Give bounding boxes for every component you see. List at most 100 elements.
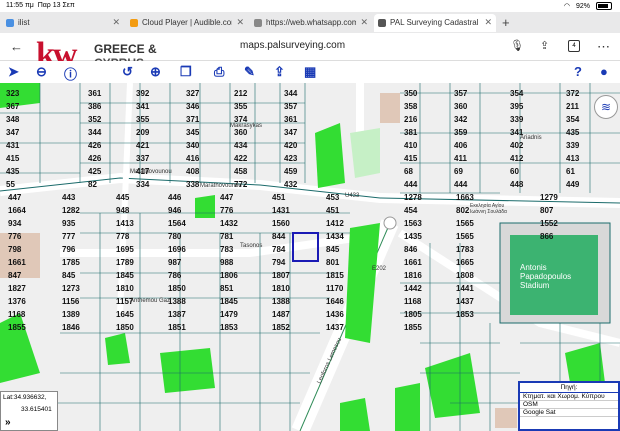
parcel-number[interactable]: 449: [566, 180, 579, 189]
parcel-number[interactable]: 1168: [404, 297, 421, 306]
parcel-number[interactable]: 1855: [8, 323, 26, 332]
parcel-number[interactable]: 55: [6, 180, 15, 189]
parcel-number[interactable]: 360: [234, 128, 247, 137]
parcel-number[interactable]: 1552: [540, 219, 558, 228]
parcel-number[interactable]: 1441: [456, 284, 474, 293]
source-row[interactable]: Google Sat: [520, 409, 618, 417]
parcel-number[interactable]: 416: [186, 154, 199, 163]
print-icon[interactable]: ⎙: [214, 64, 224, 80]
undo-icon[interactable]: ↺: [122, 64, 133, 80]
parcel-number[interactable]: 780: [168, 232, 181, 241]
parcel-number[interactable]: 361: [284, 115, 297, 124]
parcel-number[interactable]: 61: [566, 167, 575, 176]
parcel-number[interactable]: 410: [404, 141, 417, 150]
edit-icon[interactable]: ✎: [244, 64, 255, 80]
parcel-number[interactable]: 395: [510, 102, 523, 111]
share-icon[interactable]: ⇪: [540, 39, 549, 52]
parcel-number[interactable]: 381: [404, 128, 417, 137]
parcel-number[interactable]: 784: [272, 245, 285, 254]
parcel-number[interactable]: 988: [220, 258, 233, 267]
parcel-number[interactable]: 1808: [456, 271, 474, 280]
parcel-number[interactable]: 1661: [8, 258, 26, 267]
parcel-number[interactable]: 796: [62, 245, 75, 254]
parcel-number[interactable]: 69: [454, 167, 463, 176]
parcel-number[interactable]: 1479: [220, 310, 238, 319]
parcel-number[interactable]: 786: [168, 271, 181, 280]
parcel-number[interactable]: 847: [8, 271, 21, 280]
parcel-number[interactable]: 339: [510, 115, 523, 124]
parcel-number[interactable]: 402: [510, 141, 523, 150]
parcel-number[interactable]: 1646: [326, 297, 344, 306]
parcel-number[interactable]: 851: [220, 284, 233, 293]
parcel-number[interactable]: 459: [284, 167, 297, 176]
parcel-number[interactable]: 1845: [220, 297, 238, 306]
parcel-number[interactable]: 866: [540, 232, 553, 241]
parcel-number[interactable]: 778: [116, 232, 129, 241]
parcel-number[interactable]: 776: [8, 232, 21, 241]
parcel-number[interactable]: 68: [404, 167, 413, 176]
url-field[interactable]: maps.palsurveying.com: [240, 40, 345, 51]
parcel-number[interactable]: 340: [186, 141, 199, 150]
parcel-number[interactable]: 1853: [220, 323, 238, 332]
parcel-number[interactable]: 846: [404, 245, 417, 254]
parcel-number[interactable]: 935: [62, 219, 75, 228]
parcel-number[interactable]: 415: [6, 154, 19, 163]
parcel-number[interactable]: 1645: [116, 310, 134, 319]
more-icon[interactable]: ⋯: [597, 39, 610, 55]
parcel-number[interactable]: 359: [454, 128, 467, 137]
close-tab-icon[interactable]: ✕: [112, 17, 120, 28]
parcel-number[interactable]: 1432: [220, 219, 238, 228]
parcel-number[interactable]: 1805: [404, 310, 422, 319]
parcel-number[interactable]: 1565: [456, 232, 474, 241]
parcel-number[interactable]: 338: [186, 180, 199, 189]
parcel-number[interactable]: 211: [566, 102, 579, 111]
parcel-number[interactable]: 354: [510, 89, 523, 98]
parcel-number[interactable]: 776: [220, 206, 233, 215]
parcel-number[interactable]: 845: [326, 245, 339, 254]
parcel-number[interactable]: 1816: [404, 271, 422, 280]
parcel-number[interactable]: 934: [8, 219, 21, 228]
parcel-number[interactable]: 1810: [116, 284, 134, 293]
parcel-number[interactable]: 801: [326, 258, 339, 267]
parcel-number[interactable]: 1664: [8, 206, 26, 215]
parcel-number[interactable]: 802: [456, 206, 469, 215]
parcel-number[interactable]: 447: [220, 193, 233, 202]
parcel-number[interactable]: 323: [6, 89, 19, 98]
parcel-number[interactable]: 386: [88, 102, 101, 111]
navigate-icon[interactable]: ➤: [8, 64, 19, 80]
parcel-number[interactable]: 346: [186, 102, 199, 111]
parcel-number[interactable]: 1850: [168, 284, 186, 293]
parcel-number[interactable]: 209: [136, 128, 149, 137]
browser-tab[interactable]: https://web.whatsapp.com ✕: [250, 14, 372, 32]
parcel-number[interactable]: 845: [62, 271, 75, 280]
parcel-number[interactable]: 443: [62, 193, 75, 202]
source-row[interactable]: OSM: [520, 401, 618, 409]
parcel-number[interactable]: 421: [136, 141, 149, 150]
parcel-number[interactable]: 1783: [456, 245, 474, 254]
info-icon[interactable]: ⓘ: [64, 64, 77, 83]
parcel-number[interactable]: 798: [8, 245, 21, 254]
parcel-number[interactable]: 408: [186, 167, 199, 176]
upload-icon[interactable]: ⇪: [274, 64, 285, 80]
zoom-in-icon[interactable]: ⊕: [150, 64, 161, 80]
parcel-number[interactable]: 454: [404, 206, 417, 215]
help-icon[interactable]: ?: [574, 64, 582, 79]
parcel-number[interactable]: 354: [566, 115, 579, 124]
parcel-number[interactable]: 367: [6, 102, 19, 111]
parcel-number[interactable]: 1845: [116, 271, 134, 280]
parcel-number[interactable]: 1388: [272, 297, 290, 306]
parcel-number[interactable]: 458: [234, 167, 247, 176]
parcel-number[interactable]: 781: [220, 232, 233, 241]
parcel-number[interactable]: 807: [540, 206, 553, 215]
parcel-number[interactable]: 341: [136, 102, 149, 111]
parcel-number[interactable]: 1852: [272, 323, 290, 332]
source-row[interactable]: Κτηματ. και Χωρομ. Κύπρου: [520, 393, 618, 401]
parcel-number[interactable]: 347: [284, 128, 297, 137]
parcel-number[interactable]: 357: [454, 89, 467, 98]
layers-icon[interactable]: ≋: [594, 95, 618, 119]
parcel-number[interactable]: 344: [284, 89, 297, 98]
parcel-number[interactable]: 1846: [62, 323, 80, 332]
parcel-number[interactable]: 1695: [116, 245, 134, 254]
parcel-number[interactable]: 334: [136, 180, 149, 189]
parcel-number[interactable]: 1413: [116, 219, 134, 228]
